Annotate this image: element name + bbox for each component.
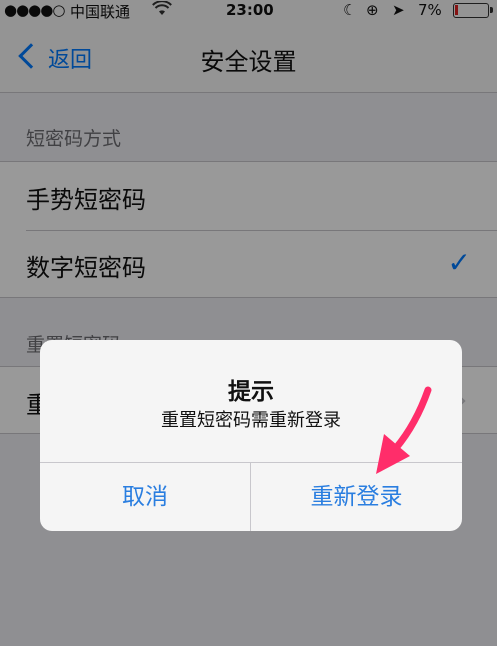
cancel-button[interactable]: 取消 — [40, 463, 250, 531]
modal-dim-overlay — [0, 0, 497, 646]
pointer-arrow-icon — [376, 386, 432, 474]
